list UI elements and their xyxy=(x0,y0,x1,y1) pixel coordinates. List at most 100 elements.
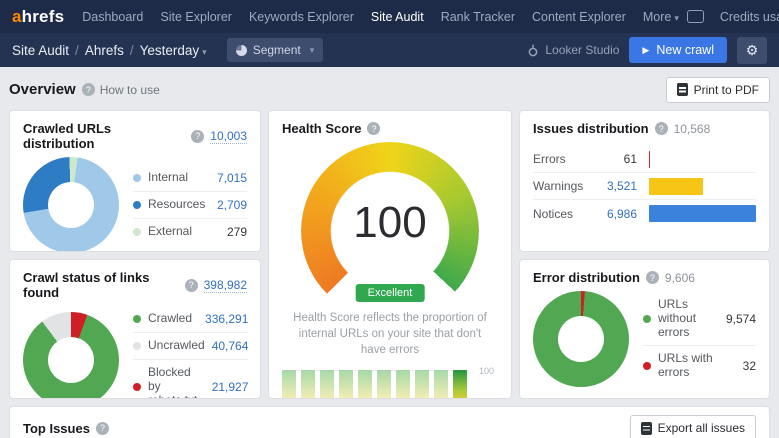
nav-right: Credits usage▾ Ahrefs Enterprise▾ xyxy=(687,10,779,24)
audit-toolbar: Site Audit / Ahrefs / Yesterday▾ Segment… xyxy=(0,33,779,67)
pdf-file-icon xyxy=(677,83,688,96)
top-issues-title: Top Issues xyxy=(23,421,90,436)
issues-distribution-card: Issues distribution ? 10,568 Errors 61 W… xyxy=(519,110,770,252)
settings-button[interactable]: ⚙ xyxy=(737,37,767,64)
nav-site-explorer[interactable]: Site Explorer xyxy=(160,10,232,24)
card-title: Issues distribution xyxy=(533,121,649,136)
credits-label: Credits usage xyxy=(720,10,779,24)
legend-label: URLs with errors xyxy=(658,352,736,380)
main-nav: Dashboard Site Explorer Keywords Explore… xyxy=(82,10,679,24)
legend-dot xyxy=(133,342,141,350)
legend-label: URLs without errors xyxy=(658,298,719,339)
breadcrumb-site-audit[interactable]: Site Audit xyxy=(12,43,69,58)
health-history-bar xyxy=(339,370,353,399)
donut-hole xyxy=(558,316,604,362)
help-icon[interactable]: ? xyxy=(367,122,380,135)
nav-credits-usage[interactable]: Credits usage▾ xyxy=(720,10,779,24)
breadcrumb-project[interactable]: Ahrefs xyxy=(85,43,124,58)
legend-item-uncrawled[interactable]: Uncrawled 40,764 xyxy=(133,333,248,360)
legend-value[interactable]: 2,709 xyxy=(217,198,247,212)
crawl-status-donut xyxy=(23,312,119,399)
issue-value[interactable]: 3,521 xyxy=(595,179,637,193)
legend-value[interactable]: 21,927 xyxy=(212,380,249,394)
export-all-issues-button[interactable]: Export all issues xyxy=(630,415,756,438)
legend-dot xyxy=(643,315,651,323)
health-history-y-axis: 100 50 0 xyxy=(468,370,496,399)
health-history-bar xyxy=(358,370,372,399)
nav-more[interactable]: More▾ xyxy=(643,10,679,24)
looker-studio-link[interactable]: Looker Studio xyxy=(527,43,619,57)
pie-chart-icon xyxy=(236,45,247,56)
help-icon[interactable]: ? xyxy=(185,279,198,292)
crawl-date-dropdown[interactable]: Yesterday▾ xyxy=(140,43,207,58)
chevron-down-icon: ▾ xyxy=(674,13,679,23)
legend-item-without-errors[interactable]: URLs without errors 9,574 xyxy=(643,292,756,346)
legend-item-blocked[interactable]: Blocked by robots.txt 21,927 xyxy=(133,360,248,399)
play-icon: ▶ xyxy=(642,45,649,56)
help-icon[interactable]: ? xyxy=(191,130,204,143)
how-to-use-link[interactable]: ? How to use xyxy=(82,83,160,97)
legend-value[interactable]: 40,764 xyxy=(212,339,249,353)
how-to-use-label: How to use xyxy=(100,83,160,97)
legend-label: Uncrawled xyxy=(148,339,205,353)
legend-item-crawled[interactable]: Crawled 336,291 xyxy=(133,306,248,333)
issue-value[interactable]: 6,986 xyxy=(595,207,637,221)
new-crawl-button[interactable]: ▶ New crawl xyxy=(629,37,727,63)
crawl-status-total[interactable]: 398,982 xyxy=(204,278,247,293)
issue-bar xyxy=(649,151,650,168)
issue-row-notices[interactable]: Notices 6,986 xyxy=(533,200,756,227)
nav-dashboard[interactable]: Dashboard xyxy=(82,10,143,24)
donut-hole xyxy=(48,337,94,383)
health-history-bar xyxy=(453,370,467,399)
card-title: Error distribution xyxy=(533,270,640,285)
health-history-bar xyxy=(396,370,410,399)
health-score-card: Health Score ? 100 Excellent Health Scor… xyxy=(268,110,512,399)
legend-value[interactable]: 7,015 xyxy=(217,171,247,185)
crawled-total[interactable]: 10,003 xyxy=(210,129,247,144)
legend-item-with-errors[interactable]: URLs with errors 32 xyxy=(643,346,756,386)
overview-page: Overview ? How to use Print to PDF Crawl… xyxy=(0,67,779,438)
logo-a: a xyxy=(12,7,22,26)
issue-row-errors[interactable]: Errors 61 xyxy=(533,146,756,173)
print-to-pdf-button[interactable]: Print to PDF xyxy=(666,77,770,103)
nav-more-label: More xyxy=(643,10,671,24)
health-score-gauge: 100 Excellent xyxy=(301,142,479,294)
help-icon[interactable]: ? xyxy=(655,122,668,135)
help-icon[interactable]: ? xyxy=(646,271,659,284)
legend-dot xyxy=(133,174,141,182)
crawled-donut xyxy=(23,157,119,252)
ahrefs-logo[interactable]: ahrefs xyxy=(12,7,64,27)
crawl-status-card: Crawl status of links found ? 398,982 Cr… xyxy=(9,259,261,399)
segment-button[interactable]: Segment ▾ xyxy=(227,38,324,62)
legend-dot xyxy=(643,362,651,370)
issue-row-warnings[interactable]: Warnings 3,521 xyxy=(533,173,756,200)
nav-content-explorer[interactable]: Content Explorer xyxy=(532,10,626,24)
legend-item-resources[interactable]: Resources 2,709 xyxy=(133,192,247,219)
page-title: Overview xyxy=(9,81,76,98)
legend-value: 32 xyxy=(743,359,756,373)
health-history-bar xyxy=(282,370,296,399)
issue-label: Notices xyxy=(533,207,595,221)
devices-icon[interactable] xyxy=(687,10,704,23)
health-history-plot xyxy=(282,370,468,399)
chevron-down-icon: ▾ xyxy=(310,45,315,56)
error-donut xyxy=(533,291,629,387)
help-icon[interactable]: ? xyxy=(96,422,109,435)
legend-item-external[interactable]: External 279 xyxy=(133,219,247,245)
card-title: Health Score xyxy=(282,121,361,136)
health-history-chart: 100 50 0 xyxy=(282,370,498,399)
toolbar-right: Looker Studio ▶ New crawl ⚙ xyxy=(527,37,767,64)
legend-value: 9,574 xyxy=(726,312,756,326)
donut-hole xyxy=(48,182,94,228)
health-history-bar xyxy=(415,370,429,399)
legend-item-internal[interactable]: Internal 7,015 xyxy=(133,165,247,192)
legend-dot xyxy=(133,201,141,209)
nav-keywords-explorer[interactable]: Keywords Explorer xyxy=(249,10,354,24)
nav-rank-tracker[interactable]: Rank Tracker xyxy=(441,10,515,24)
breadcrumb-separator: / xyxy=(130,43,134,58)
legend-value[interactable]: 336,291 xyxy=(205,312,248,326)
nav-site-audit[interactable]: Site Audit xyxy=(371,10,424,24)
health-score-value: 100 xyxy=(301,198,479,248)
breadcrumb: Site Audit / Ahrefs / Yesterday▾ xyxy=(12,43,207,58)
issues-total: 10,568 xyxy=(674,122,711,136)
